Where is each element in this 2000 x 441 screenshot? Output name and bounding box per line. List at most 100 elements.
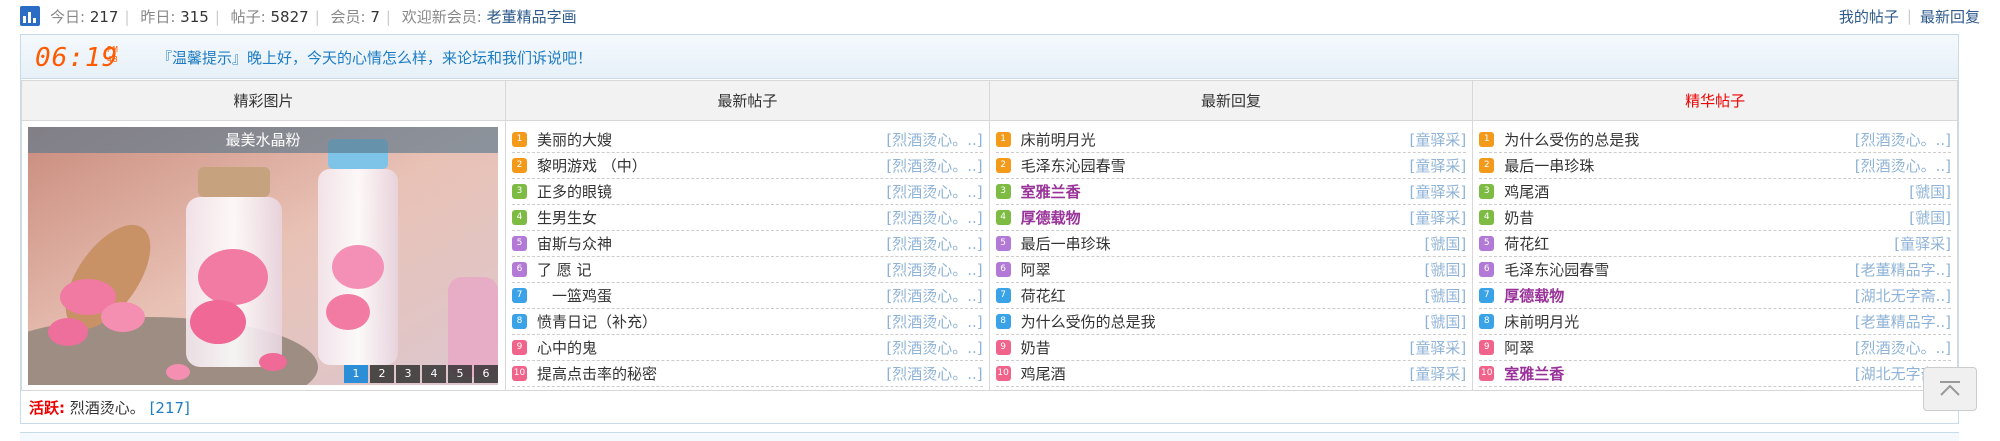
new-member-link[interactable]: 老董精品字画 xyxy=(487,8,577,26)
list-item: 5 最后一串珍珠 [虢国] xyxy=(995,231,1467,257)
back-to-top-button[interactable] xyxy=(1923,367,1977,411)
author-link[interactable]: [老董精品字..] xyxy=(1855,311,1951,332)
author-link[interactable]: [虢国] xyxy=(1425,259,1467,280)
top-links: 我的帖子 | 最新回复 xyxy=(1838,6,1980,27)
author-link[interactable]: [老董精品字..] xyxy=(1855,259,1951,280)
thread-title-link[interactable]: 荷花红 xyxy=(1504,233,1894,254)
author-link[interactable]: [童驿采] xyxy=(1410,129,1467,150)
rank-badge: 8 xyxy=(995,314,1011,329)
author-link[interactable]: [虢国] xyxy=(1909,181,1951,202)
thread-title-link[interactable]: 奶昔 xyxy=(1021,337,1410,358)
thread-title-link[interactable]: 最后一串珍珠 xyxy=(1021,233,1425,254)
greeting-notice: 『温馨提示』晚上好，今天的心情怎么样，来论坛和我们诉说吧！ xyxy=(157,49,593,67)
author-link[interactable]: [烈酒烫心。..] xyxy=(886,337,982,358)
list-item: 3 室雅兰香 [童驿采] xyxy=(995,179,1467,205)
author-link[interactable]: [烈酒烫心。..] xyxy=(1855,155,1951,176)
author-link[interactable]: [烈酒烫心。..] xyxy=(886,155,982,176)
rank-badge: 3 xyxy=(511,184,527,199)
slide-page-button[interactable]: 3 xyxy=(396,365,420,383)
slideshow[interactable]: 最美水晶粉 1 2 3 4 5 6 xyxy=(28,127,498,385)
thread-title-link[interactable]: 宙斯与众神 xyxy=(537,233,886,254)
rank-badge: 4 xyxy=(511,210,527,225)
rank-badge: 9 xyxy=(1479,340,1495,355)
thread-title-link[interactable]: 黎明游戏 （中） xyxy=(537,155,886,176)
thread-title-link[interactable]: 荷花红 xyxy=(1021,285,1425,306)
slide-page-button[interactable]: 5 xyxy=(448,365,472,383)
thread-title-link[interactable]: 床前明月光 xyxy=(1021,129,1410,150)
latest-replies-link[interactable]: 最新回复 xyxy=(1920,6,1980,27)
next-section-top xyxy=(20,432,1959,441)
thread-title-link[interactable]: 鸡尾酒 xyxy=(1021,363,1410,384)
list-item: 5 宙斯与众神 [烈酒烫心。..] xyxy=(511,231,983,257)
author-link[interactable]: [烈酒烫心。..] xyxy=(1855,337,1951,358)
my-posts-link[interactable]: 我的帖子 xyxy=(1839,6,1899,27)
list-item: 2 黎明游戏 （中） [烈酒烫心。..] xyxy=(511,153,983,179)
thread-title-link[interactable]: 愤青日记（补充） xyxy=(537,311,886,332)
list-item: 2 最后一串珍珠 [烈酒烫心。..] xyxy=(1479,153,1951,179)
author-link[interactable]: [烈酒烫心。..] xyxy=(886,207,982,228)
slide-page-button[interactable]: 2 xyxy=(370,365,394,383)
slideshow-image[interactable] xyxy=(28,127,498,385)
active-user-link[interactable]: 烈酒烫心。 xyxy=(70,399,145,417)
author-link[interactable]: [童驿采] xyxy=(1410,337,1467,358)
thread-title-link[interactable]: 了 愿 记 xyxy=(537,259,886,280)
list-item: 1 床前明月光 [童驿采] xyxy=(995,127,1467,153)
author-link[interactable]: [童驿采] xyxy=(1410,207,1467,228)
thread-title-link[interactable]: 阿翠 xyxy=(1021,259,1425,280)
author-link[interactable]: [虢国] xyxy=(1909,207,1951,228)
rank-badge: 8 xyxy=(511,314,527,329)
thread-title-link[interactable]: 阿翠 xyxy=(1504,337,1854,358)
author-link[interactable]: [烈酒烫心。..] xyxy=(1855,129,1951,150)
list-item: 6 毛泽东沁园春雪 [老董精品字..] xyxy=(1479,257,1951,283)
thread-title-link[interactable]: 厚德载物 xyxy=(1021,207,1410,228)
author-link[interactable]: [童驿采] xyxy=(1894,233,1951,254)
slide-page-button[interactable]: 1 xyxy=(344,365,368,383)
thread-title-link[interactable]: 一篮鸡蛋 xyxy=(537,285,886,306)
thread-title-link[interactable]: 最后一串珍珠 xyxy=(1504,155,1854,176)
latest-replies-cell: 1 床前明月光 [童驿采] 2 毛泽东沁园春雪 [童驿采] 3 室雅兰香 [童驿采] 4 厚德载物[… xyxy=(988,120,1474,391)
thread-title-link[interactable]: 毛泽东沁园春雪 xyxy=(1021,155,1410,176)
slide-page-button[interactable]: 4 xyxy=(422,365,446,383)
thread-title-link[interactable]: 鸡尾酒 xyxy=(1504,181,1909,202)
thread-title-link[interactable]: 奶昔 xyxy=(1504,207,1909,228)
slideshow-caption: 最美水晶粉 xyxy=(28,127,498,153)
author-link[interactable]: [童驿采] xyxy=(1410,363,1467,384)
thread-title-link[interactable]: 美丽的大嫂 xyxy=(537,129,886,150)
author-link[interactable]: [虢国] xyxy=(1425,233,1467,254)
author-link[interactable]: [烈酒烫心。..] xyxy=(886,285,982,306)
author-link[interactable]: [湖北无字斋..] xyxy=(1855,285,1951,306)
thread-title-link[interactable]: 正多的眼镜 xyxy=(537,181,886,202)
thread-title-link[interactable]: 床前明月光 xyxy=(1504,311,1854,332)
thread-title-link[interactable]: 毛泽东沁园春雪 xyxy=(1504,259,1854,280)
thread-title-link[interactable]: 室雅兰香 xyxy=(1504,363,1854,384)
rank-badge: 6 xyxy=(1479,262,1495,277)
rank-badge: 7 xyxy=(1479,288,1495,303)
author-link[interactable]: [烈酒烫心。..] xyxy=(886,311,982,332)
column-header-pictures: 精彩图片 xyxy=(21,80,506,121)
author-link[interactable]: [童驿采] xyxy=(1410,181,1467,202)
portal-grid: 精彩图片 最新帖子 最新回复 精华帖子 最美水晶粉 1 2 3 4 5 6 1 … xyxy=(21,80,1958,391)
list-item: 3 正多的眼镜 [烈酒烫心。..] xyxy=(511,179,983,205)
list-item: 9 阿翠 [烈酒烫心。..] xyxy=(1479,335,1951,361)
author-link[interactable]: [虢国] xyxy=(1425,285,1467,306)
author-link[interactable]: [烈酒烫心。..] xyxy=(886,233,982,254)
author-link[interactable]: [虢国] xyxy=(1425,311,1467,332)
author-link[interactable]: [烈酒烫心。..] xyxy=(886,129,982,150)
active-users: 活跃: 烈酒烫心。 [217] xyxy=(29,397,190,418)
list-item: 8 愤青日记（补充） [烈酒烫心。..] xyxy=(511,309,983,335)
thread-title-link[interactable]: 提高点击率的秘密 xyxy=(537,363,886,384)
thread-title-link[interactable]: 生男生女 xyxy=(537,207,886,228)
digital-clock: 06:19 PM 48 xyxy=(35,43,119,73)
author-link[interactable]: [烈酒烫心。..] xyxy=(886,181,982,202)
author-link[interactable]: [烈酒烫心。..] xyxy=(886,259,982,280)
yesterday-count: 315 xyxy=(180,7,209,26)
author-link[interactable]: [烈酒烫心。..] xyxy=(886,363,982,384)
thread-title-link[interactable]: 室雅兰香 xyxy=(1021,181,1410,202)
rank-badge: 7 xyxy=(511,288,527,303)
thread-title-link[interactable]: 心中的鬼 xyxy=(537,337,886,358)
thread-title-link[interactable]: 为什么受伤的总是我 xyxy=(1021,311,1425,332)
thread-title-link[interactable]: 厚德载物 xyxy=(1504,285,1854,306)
author-link[interactable]: [童驿采] xyxy=(1410,155,1467,176)
slide-page-button[interactable]: 6 xyxy=(474,365,498,383)
thread-title-link[interactable]: 为什么受伤的总是我 xyxy=(1504,129,1854,150)
